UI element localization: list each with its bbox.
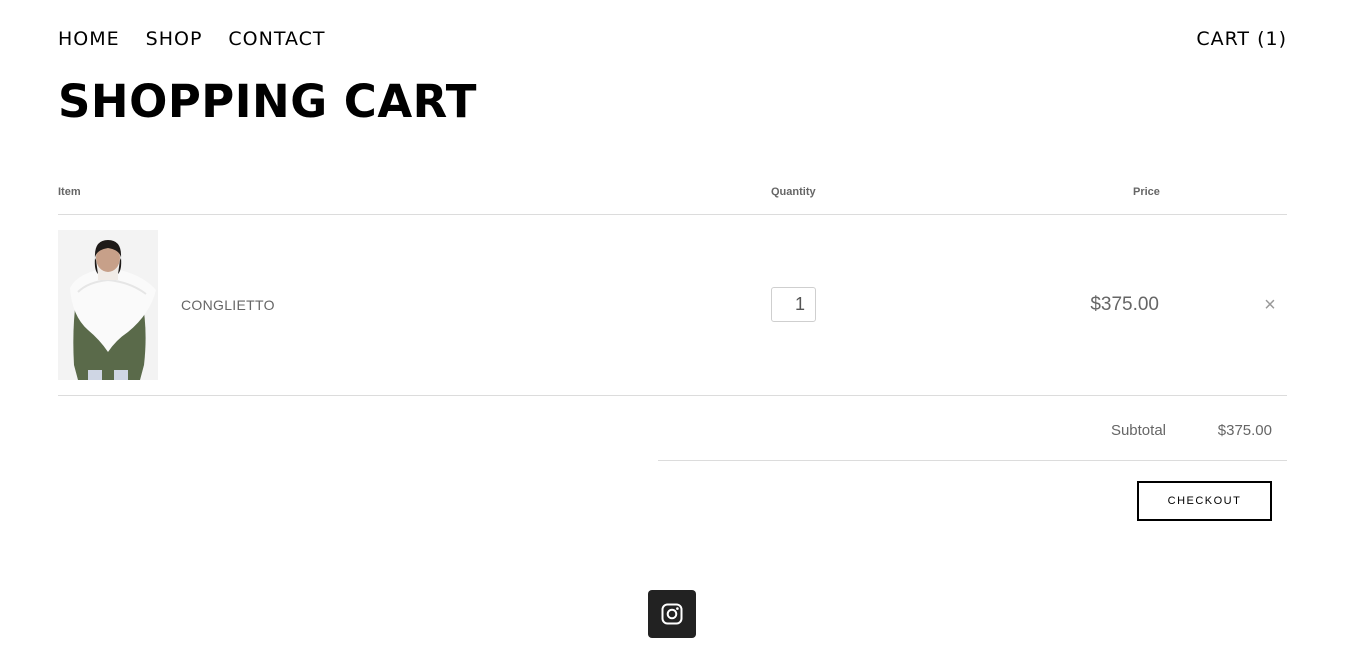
column-header-price: Price (1133, 186, 1160, 198)
instagram-link[interactable] (648, 590, 696, 638)
item-price: $375.00 (1090, 294, 1159, 315)
nav-shop-link[interactable]: SHOP (146, 28, 203, 50)
header-divider (58, 214, 1287, 215)
product-photo-icon (58, 230, 158, 380)
nav-contact-link[interactable]: CONTACT (228, 28, 325, 50)
subtotal-label: Subtotal (1110, 422, 1166, 439)
subtotal-value: $375.00 (1217, 422, 1272, 439)
page-title: SHOPPING CART (58, 75, 477, 128)
instagram-icon (661, 603, 683, 625)
main-nav: HOME SHOP CONTACT (58, 28, 326, 50)
quantity-input[interactable] (771, 287, 816, 322)
product-image[interactable] (58, 230, 158, 380)
remove-item-close-icon[interactable]: × (1262, 293, 1278, 317)
nav-home-link[interactable]: HOME (58, 28, 120, 50)
column-header-quantity: Quantity (771, 186, 816, 198)
column-header-item: Item (58, 186, 81, 198)
product-name[interactable]: CONGLIETTO (181, 297, 275, 314)
cart-link[interactable]: CART (1) (1196, 28, 1287, 50)
checkout-button[interactable]: CHECKOUT (1137, 481, 1272, 521)
row-divider (58, 395, 1287, 396)
subtotal-divider (658, 460, 1287, 461)
